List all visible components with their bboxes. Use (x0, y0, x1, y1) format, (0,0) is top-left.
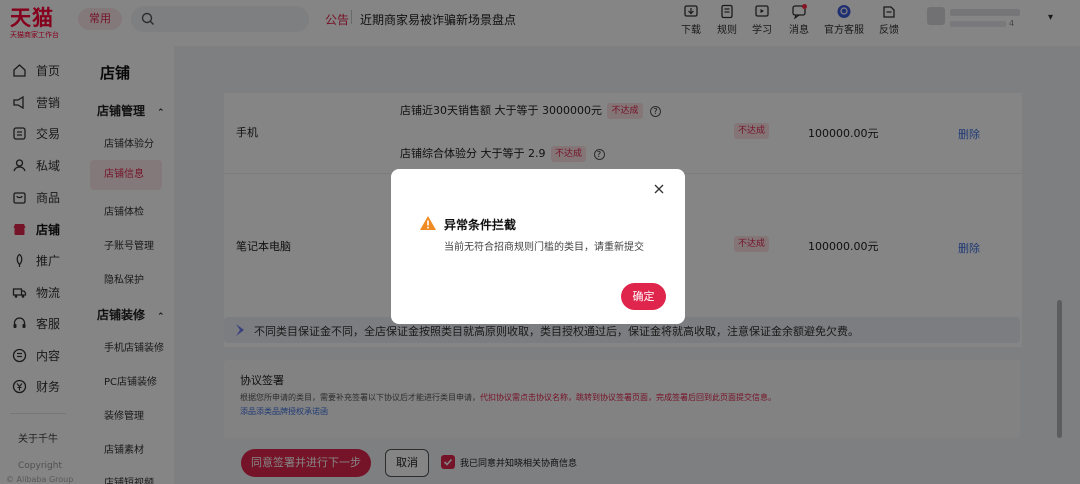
confirm-button[interactable]: 确定 (621, 283, 666, 310)
modal-message: 当前无符合招商规则门槛的类目，请重新提交 (444, 242, 644, 253)
modal-title: 异常条件拦截 (444, 218, 517, 232)
close-icon[interactable] (653, 183, 665, 195)
alert-dialog: 异常条件拦截 当前无符合招商规则门槛的类目，请重新提交 确定 (391, 169, 685, 324)
warning-icon (420, 216, 436, 230)
